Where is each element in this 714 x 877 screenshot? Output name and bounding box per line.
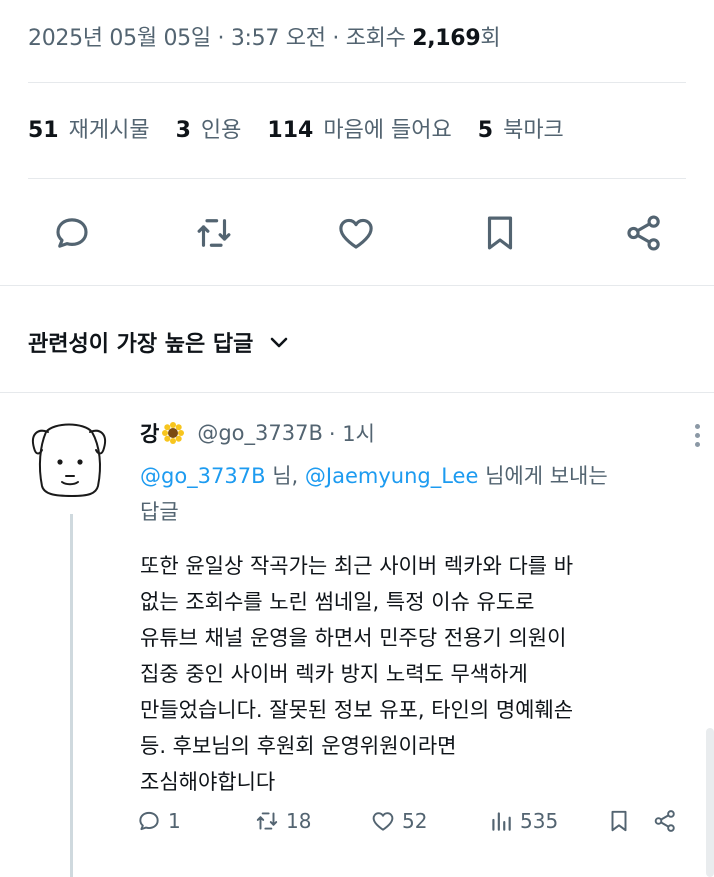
stat-label: 마음에 들어요 (323, 118, 452, 143)
reply-time: · 1시 (328, 422, 375, 446)
stat-count: 114 (267, 118, 314, 143)
body-line: 또한 윤일상 작곡가는 최근 사이버 렉카와 다를 바 (140, 554, 574, 578)
bookmark-button[interactable] (476, 208, 524, 258)
body-line: 등. 후보님의 후원회 운영위원이라면 (140, 734, 457, 758)
timestamp-text: 2025년 05월 05일 · 3:57 오전 · 조회수 (28, 26, 413, 51)
retweet-icon (197, 219, 231, 247)
divider (28, 178, 686, 179)
share-icon (627, 215, 660, 251)
reply-bookmark-button[interactable] (606, 804, 632, 838)
like-button[interactable] (332, 208, 380, 258)
retweet-icon (256, 812, 278, 830)
more-options-icon[interactable] (690, 420, 704, 456)
view-count[interactable]: 2,169 (412, 26, 480, 51)
stat-quotes[interactable]: 3 인용 (176, 112, 242, 144)
thread-line (70, 514, 73, 877)
reply-tweet[interactable]: 강 @go_3737B · 1시 @go_3737B 님, @Jaemyung_… (140, 418, 700, 800)
stat-bookmarks[interactable]: 5 북마크 (478, 112, 564, 144)
tweet-action-bar (0, 208, 714, 258)
reply-action-bar: 1 18 52 535 (136, 804, 696, 838)
reply-icon (56, 218, 88, 248)
body-line: 없는 조회수를 노린 썸네일, 특정 이슈 유도로 (140, 590, 535, 614)
reply-count: 1 (168, 809, 181, 833)
replying-suffix-line2: 답글 (140, 500, 179, 524)
mention-link[interactable]: @Jaemyung_Lee (305, 464, 479, 488)
reply-author-handle[interactable]: @go_3737B (197, 421, 323, 445)
body-line: 만들었습니다. 잘못된 정보 유포, 타인의 명예훼손 (140, 698, 574, 722)
view-count: 535 (520, 809, 559, 833)
reply-author-name[interactable]: 강 (140, 418, 159, 448)
reply-body: 또한 윤일상 작곡가는 최근 사이버 렉카와 다를 바 없는 조회수를 노린 썸… (140, 548, 696, 800)
reply-button[interactable] (48, 208, 96, 258)
like-icon (339, 218, 373, 249)
stat-reposts[interactable]: 51 재게시물 (28, 112, 150, 144)
avatar[interactable] (24, 410, 114, 510)
mention-link[interactable]: @go_3737B (140, 464, 266, 488)
reply-share-button[interactable] (652, 804, 678, 838)
retweet-count: 18 (286, 809, 312, 833)
reply-sort-dropdown[interactable]: 관련성이 가장 높은 답글 (28, 326, 291, 358)
sort-label: 관련성이 가장 높은 답글 (28, 332, 254, 357)
replying-sep: 님, (265, 464, 305, 488)
replying-suffix: 님에게 보내는 (478, 464, 608, 488)
tweet-timestamp: 2025년 05월 05일 · 3:57 오전 · 조회수 2,169회 (28, 20, 501, 52)
retweet-button[interactable] (190, 208, 238, 258)
share-button[interactable] (620, 208, 668, 258)
scrollbar[interactable] (706, 728, 714, 877)
replying-to: @go_3737B 님, @Jaemyung_Lee 님에게 보내는답글 (140, 458, 696, 530)
divider (28, 82, 686, 83)
tweet-stats: 51 재게시물 3 인용 114 마음에 들어요 5 북마크 (28, 112, 564, 144)
stat-label: 재게시물 (68, 118, 150, 143)
divider (0, 285, 714, 286)
body-line: 조심해야합니다 (140, 770, 276, 794)
analytics-icon (492, 812, 511, 831)
bookmark-icon (487, 216, 513, 250)
like-icon (372, 812, 394, 831)
like-count: 52 (402, 809, 428, 833)
reply-reply-button[interactable]: 1 (136, 804, 181, 838)
bookmark-icon (611, 810, 627, 832)
reply-icon (139, 811, 159, 831)
sunflower-icon (162, 422, 185, 444)
reply-like-button[interactable]: 52 (370, 804, 427, 838)
stat-count: 5 (477, 118, 494, 143)
stat-count: 3 (175, 118, 191, 143)
divider (0, 392, 714, 393)
reply-views-button[interactable]: 535 (488, 804, 558, 838)
chevron-down-icon (271, 337, 288, 348)
share-icon (654, 810, 675, 832)
stat-count: 51 (28, 118, 59, 143)
stat-label: 북마크 (503, 118, 564, 143)
stat-label: 인용 (200, 118, 242, 143)
body-line: 유튜브 채널 운영을 하면서 민주당 전용기 의원이 (140, 626, 567, 650)
stat-likes[interactable]: 114 마음에 들어요 (267, 112, 451, 144)
reply-retweet-button[interactable]: 18 (254, 804, 311, 838)
body-line: 집중 중인 사이버 렉카 방지 노력도 무색하게 (140, 662, 528, 686)
reply-header: 강 @go_3737B · 1시 (140, 418, 696, 448)
view-suffix: 회 (480, 26, 501, 51)
